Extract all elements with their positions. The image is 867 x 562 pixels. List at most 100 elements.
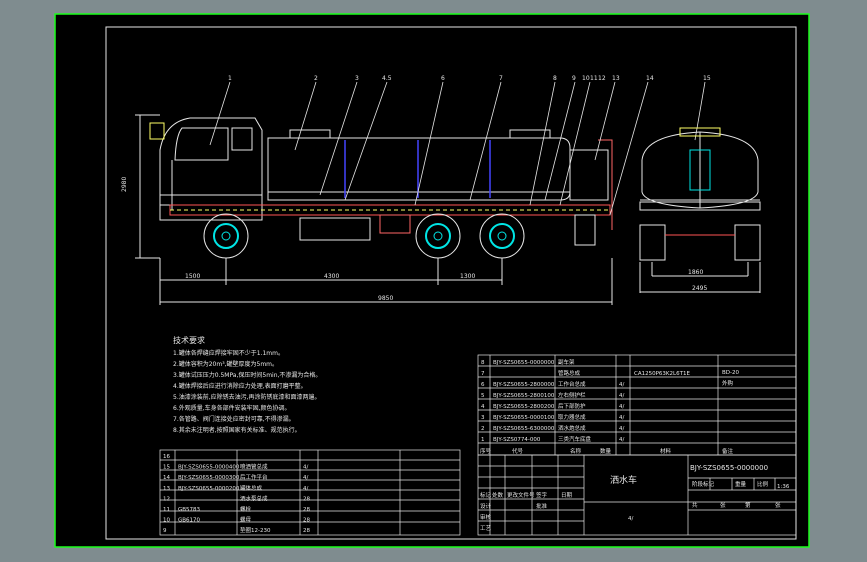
dim-height: 2980: [121, 177, 128, 192]
dim-front: 1500: [185, 273, 200, 280]
callout: 3: [355, 75, 359, 82]
row-qty: 4/: [303, 486, 308, 492]
row-name: 三类汽车底盘: [558, 435, 592, 443]
header-note: 备注: [722, 447, 734, 455]
row-code: BJY-SZS0655-0000000: [493, 360, 555, 366]
row-no: 4: [481, 404, 485, 410]
header-code: 代号: [512, 447, 524, 455]
note-line: 2.罐体容积为20m³,罐壁厚度为5mm。: [173, 360, 278, 368]
row-code: BJY-SZS0655-2800100: [493, 393, 555, 399]
header-mat: 材料: [660, 447, 672, 455]
row-name: 洒水炮总成: [558, 424, 586, 432]
row-code: BJY-SZS0655-2800200: [493, 404, 555, 410]
sheet-label: 第: [745, 501, 751, 509]
callout: 12: [598, 75, 606, 82]
weight-label: 外购: [722, 379, 734, 387]
dim-wheelbase1: 4300: [324, 273, 339, 280]
scale: 1:36: [777, 484, 790, 490]
stage-label: 重量: [735, 480, 747, 488]
row-no: 9: [163, 528, 167, 534]
row-no: 12: [163, 496, 170, 502]
row-qty: 4/: [303, 475, 308, 481]
sign-label: 设计: [480, 502, 492, 510]
callout: 2: [314, 75, 318, 82]
row-name: 垫圈12-230: [240, 526, 271, 534]
dim-rear-width: 2495: [692, 285, 707, 292]
row-qty: 28: [303, 496, 310, 502]
row-qty: 4/: [619, 426, 624, 432]
row-qty: 4/: [619, 382, 624, 388]
row-code: GB5783: [178, 507, 201, 513]
note-line: 3.罐体试压压力0.5MPa,保压时间5min,不渗漏为合格。: [173, 371, 321, 379]
callout: 14: [646, 75, 654, 82]
header-qty: 数量: [600, 447, 612, 455]
sign-label: 工艺: [480, 525, 492, 532]
row-name: 后下部防护: [558, 402, 586, 410]
row-qty: 4/: [619, 415, 624, 421]
row-name: 喷洒管总成: [240, 463, 268, 471]
sign-label: 日期: [561, 492, 573, 499]
row-name: 罐体总成: [240, 484, 263, 492]
row-no: 1: [481, 437, 485, 443]
row-qty: 28: [303, 518, 310, 524]
row-name: 副车架: [558, 358, 575, 366]
sign-label: 处数: [492, 491, 504, 499]
sign-label: 批准: [536, 502, 548, 510]
note-line: 7.各管路、阀门连接处应密封可靠,不得渗漏。: [173, 415, 295, 423]
note-line: 8.其余未注明者,按照国家有关标准、规范执行。: [173, 426, 301, 434]
row-qty: 28: [303, 507, 310, 513]
row-no: 10: [163, 518, 170, 524]
row-code: BJY-SZS0655-0000300: [178, 475, 240, 481]
sign-label: 更改文件号: [507, 491, 535, 499]
row-no: 6: [481, 382, 485, 388]
stage-label: 阶段标记: [692, 480, 715, 488]
row-no: 14: [163, 475, 170, 481]
row-name: 洒水泵总成: [240, 494, 268, 502]
row-name: 左右侧护栏: [558, 391, 586, 399]
note-line: 4.罐体焊接后应进行消除应力处理,表面打磨平整。: [173, 382, 307, 390]
row-name: 管路总成: [558, 369, 581, 377]
row-name: 工作台总成: [558, 380, 586, 388]
dim-wheelbase2: 1300: [460, 273, 475, 280]
row-qty: 4/: [619, 393, 624, 399]
notes-title: 技术要求: [173, 335, 205, 345]
row-code: BJY-SZS0655-0000400: [178, 465, 240, 471]
row-no: 13: [163, 486, 170, 492]
sign-label: 签字: [536, 491, 548, 499]
row-qty: 4/: [619, 404, 624, 410]
row-no: 15: [163, 465, 170, 471]
note-line: 1.罐体各焊缝应焊接牢固不少于1.1mm。: [173, 349, 284, 357]
row-extra: CA1250P63K2L6T1E: [634, 371, 690, 377]
sign-label: 审核: [480, 513, 492, 521]
row-no: 16: [163, 454, 170, 460]
header-name: 名称: [570, 447, 582, 455]
row-code: BJY-SZS0655-6300000: [493, 426, 555, 432]
row-no: 7: [481, 371, 485, 377]
row-code: BJY-SZS0655-0000200: [178, 486, 240, 492]
row-code: BJY-SZS0655-2800000: [493, 382, 555, 388]
row-name: 后工作平台: [240, 473, 268, 481]
row-no: 3: [481, 415, 485, 421]
sheet: 4/: [628, 516, 633, 522]
sign-label: 标记: [480, 491, 492, 499]
dim-overall: 9850: [378, 295, 393, 302]
sheet-label: 张: [775, 501, 781, 509]
callout: 11: [590, 75, 598, 82]
row-no: 8: [481, 360, 485, 366]
row-name: 取力器总成: [558, 413, 586, 421]
row-qty: 4/: [619, 437, 624, 443]
drawing-canvas: 1 2 3 4.5 6 7 8 9 10 11 12 13 14 15 2980…: [0, 0, 867, 562]
header-no: 序号: [480, 447, 492, 455]
callout: 10: [582, 75, 590, 82]
row-no: 2: [481, 426, 485, 432]
row-code: BJY-SZS0774-000: [493, 437, 541, 443]
sheet-label: 张: [720, 501, 726, 509]
dim-rear-track: 1860: [688, 269, 703, 276]
row-name: 螺栓: [240, 505, 252, 513]
row-name: 螺母: [240, 516, 252, 524]
note-line: 5.油漆涂装前,应除锈去油污,再涂防锈底漆和面漆两遍。: [173, 393, 321, 401]
sheet-label: 共: [692, 501, 698, 509]
callout: 9: [572, 75, 576, 82]
row-qty: 4/: [303, 465, 308, 471]
row-code: BJY-SZS0655-0000100: [493, 415, 555, 421]
